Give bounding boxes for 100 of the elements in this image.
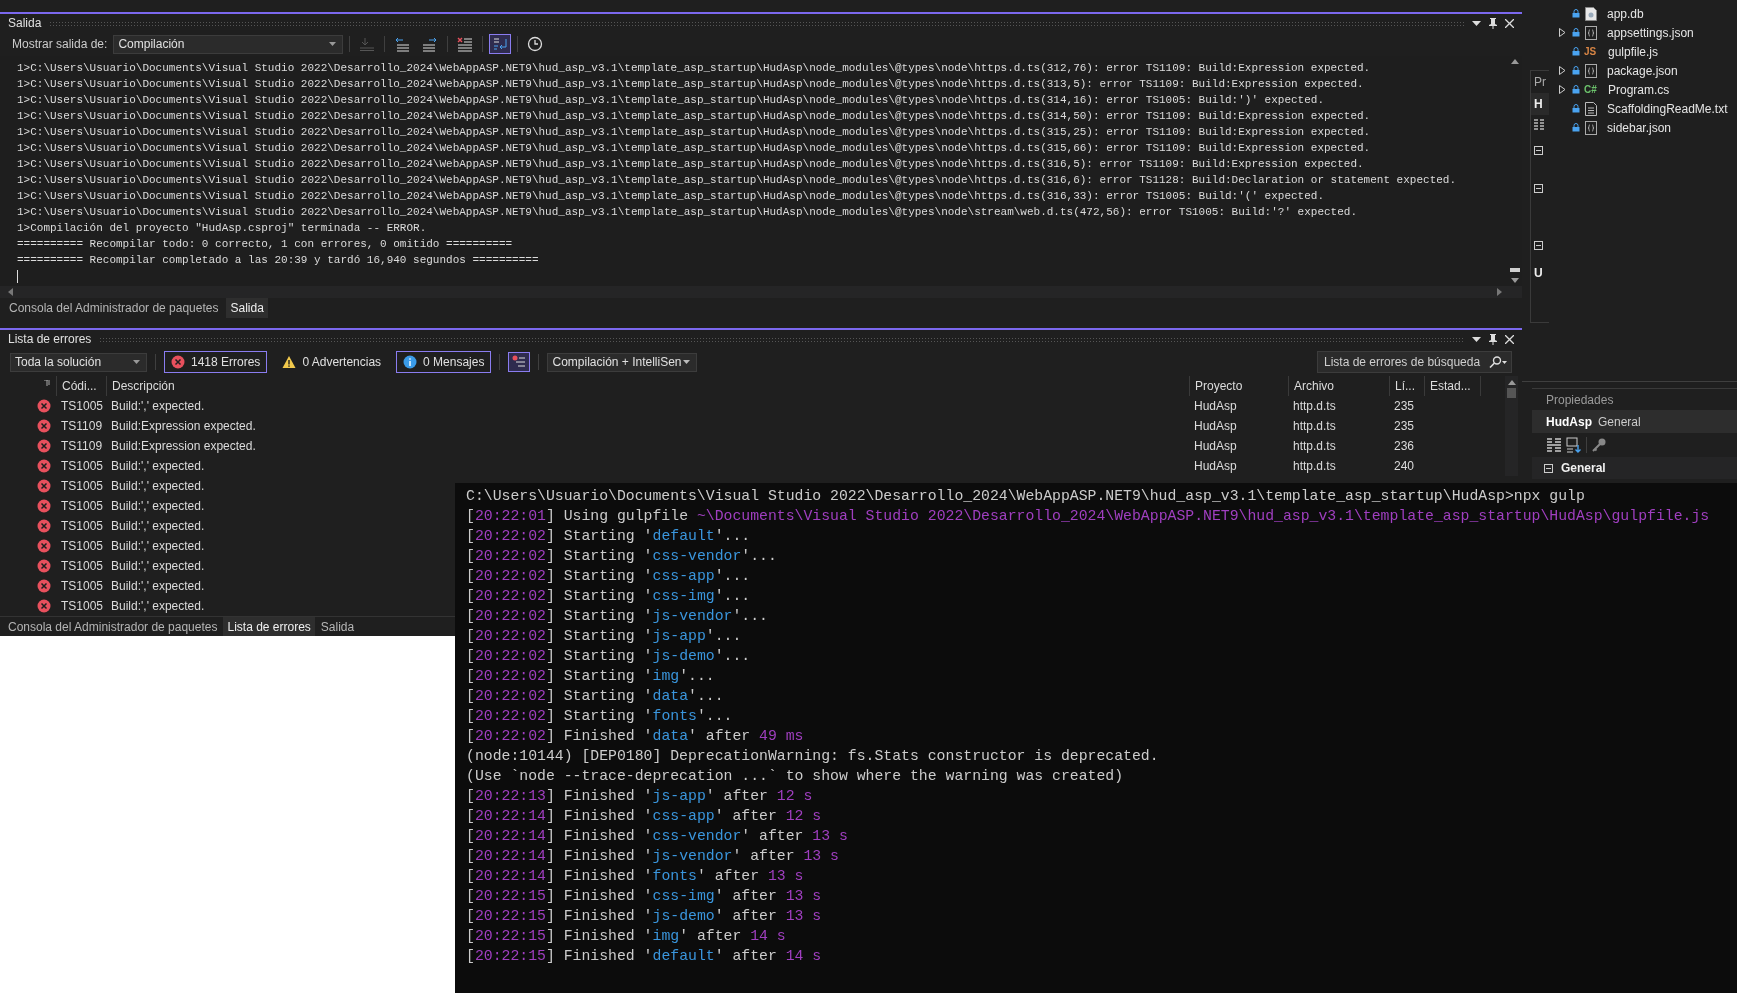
collapse-icon[interactable] [1534, 184, 1543, 193]
table-cell: TS1005 [61, 479, 104, 493]
collapse-icon[interactable] [1534, 241, 1543, 250]
scrollbar[interactable] [1505, 376, 1518, 476]
output-line: 1>C:\Users\Usuario\Documents\Visual Studio 2022\Desarrollo_2024\WebAppASP.NET9\hud_asp_v3.1\template_asp_startup\HudAsp\node_modules\@types\node\https.d.ts(316,5): error TS1109: Build:Expression expected. [17, 157, 1365, 172]
table-cell: Build:',' expected. [111, 399, 205, 413]
output-line: 1>C:\Users\Usuario\Documents\Visual Studio 2022\Desarrollo_2024\WebAppASP.NET9\hud_asp_v3.1\template_asp_startup\HudAsp\node_modules\@types\node\https.d.ts(314,50): error TS1109: Build:Expression expected. [17, 109, 1372, 124]
terminal-line: [20:22:02] Starting 'img'... [466, 667, 716, 686]
caret-icon [133, 360, 140, 364]
table-cell: Build:',' expected. [111, 479, 205, 493]
expand-arrow-icon[interactable] [1559, 28, 1566, 37]
table-cell: TS1005 [61, 579, 104, 593]
table-cell: http.d.ts [1293, 439, 1336, 453]
panel-tab[interactable]: Consola del Administrador de paquetes [4, 617, 222, 636]
key-icon[interactable] [1591, 437, 1607, 453]
file-item[interactable]: appsettings.json [1607, 25, 1694, 40]
column-header[interactable]: Descripción [106, 376, 1189, 396]
source-dropdown[interactable]: Compilación + IntelliSen [547, 352, 698, 372]
table-cell: 236 [1394, 439, 1415, 453]
file-item[interactable]: sidebar.json [1607, 120, 1672, 135]
js-file-icon: JS [1584, 46, 1598, 57]
scroll-down-icon[interactable] [1511, 278, 1519, 283]
dropdown-icon[interactable] [1472, 20, 1481, 26]
panel-tab[interactable]: Salida [226, 298, 268, 318]
terminal-line: [20:22:02] Finished 'data' after 49 ms [466, 727, 805, 746]
categorized-icon[interactable] [1546, 437, 1562, 453]
scope-dropdown[interactable]: Toda la solución [10, 352, 147, 372]
caret-icon [683, 360, 691, 364]
file-item[interactable]: ScaffoldingReadMe.txt [1607, 101, 1728, 116]
table-cell: TS1005 [61, 459, 104, 473]
collapse-icon[interactable] [1534, 146, 1543, 155]
column-header[interactable]: Lí... [1389, 376, 1424, 396]
column-header[interactable]: Proyecto [1189, 376, 1288, 396]
terminal-line: [20:22:02] Starting 'js-demo'... [466, 647, 752, 666]
table-cell: 240 [1394, 459, 1415, 473]
table-cell: TS1005 [61, 599, 104, 613]
table-cell: TS1005 [61, 539, 104, 553]
toolbar-button[interactable] [489, 34, 512, 54]
terminal-line: [20:22:02] Starting 'data'... [466, 687, 725, 706]
table-cell: Build:',' expected. [111, 459, 205, 473]
source-line-icon [359, 36, 376, 52]
close-icon[interactable] [1505, 334, 1514, 344]
sort-icon[interactable] [44, 380, 50, 386]
terminal-line: C:\Users\Usuario\Documents\Visual Studio 2022\Desarrollo_2024\WebAppASP.NET9\hud_asp_v3.1\template_asp_startup\HudAsp>npx gulp [466, 487, 1586, 506]
next-message-icon [422, 36, 439, 52]
table-cell: Build:',' expected. [111, 539, 205, 553]
filter-button[interactable]: 1418 Errores [164, 351, 268, 373]
terminal-line: [20:22:14] Finished 'css-app' after 12 s [466, 807, 823, 826]
close-icon[interactable] [1505, 18, 1514, 28]
terminal-line: [20:22:13] Finished 'js-app' after 12 s [466, 787, 814, 806]
table-cell: TS1005 [61, 519, 104, 533]
terminal-line: [20:22:02] Starting 'js-vendor'... [466, 607, 769, 626]
panel-tab[interactable]: Lista de errores [223, 617, 315, 636]
pin-icon[interactable] [1489, 333, 1497, 345]
scroll-up-icon[interactable] [1507, 380, 1516, 385]
table-cell: TS1005 [61, 499, 104, 513]
terminal-line: [20:22:15] Finished 'img' after 14 s [466, 927, 787, 946]
info-icon [403, 355, 418, 369]
object-selector[interactable]: HudAsp General [1532, 410, 1737, 433]
terminal-line: [20:22:14] Finished 'js-vendor' after 13 s [466, 847, 840, 866]
scroll-right-icon[interactable] [1497, 288, 1502, 296]
file-item[interactable]: Program.cs [1608, 82, 1670, 97]
terminal-line: [20:22:02] Starting 'fonts'... [466, 707, 734, 726]
table-cell: TS1005 [61, 559, 104, 573]
column-header[interactable]: Estad... [1424, 376, 1480, 396]
word-wrap-icon [492, 36, 509, 52]
table-cell: Build:',' expected. [111, 579, 205, 593]
expand-arrow-icon[interactable] [1559, 85, 1566, 94]
search-icon [1489, 356, 1507, 368]
filter-button[interactable] [508, 352, 531, 372]
file-item[interactable]: app.db [1607, 6, 1644, 21]
scroll-up-icon[interactable] [1511, 59, 1519, 64]
scrollbar[interactable] [0, 286, 1522, 298]
previous-message-icon [394, 36, 411, 52]
grid-icon[interactable] [1534, 119, 1544, 131]
column-header[interactable]: Archivo [1288, 376, 1389, 396]
csharp-file-icon: C# [1584, 84, 1598, 95]
table-cell: Build:',' expected. [111, 499, 205, 513]
terminal-line: [20:22:02] Starting 'default'... [466, 527, 752, 546]
column-header[interactable]: Códi... [56, 376, 106, 396]
file-item[interactable]: gulpfile.js [1608, 44, 1659, 59]
filter-button[interactable]: 0 Mensajes [396, 351, 492, 373]
search-field[interactable]: Lista de errores de búsqueda [1317, 351, 1512, 373]
pin-icon[interactable] [1489, 17, 1497, 29]
output-line: 1>C:\Users\Usuario\Documents\Visual Studio 2022\Desarrollo_2024\WebAppASP.NET9\hud_asp_v3.1\template_asp_startup\HudAsp\node_modules\@types\node\https.d.ts(314,16): error TS1005: Build:')' expected. [17, 93, 1325, 108]
collapse-icon[interactable] [1544, 463, 1553, 473]
terminal-line: [20:22:14] Finished 'fonts' after 13 s [466, 867, 805, 886]
terminal-line: [20:22:14] Finished 'css-vendor' after 13 s [466, 827, 849, 846]
dropdown-icon[interactable] [1472, 336, 1481, 342]
filter-button[interactable]: 0 Advertencias [275, 351, 389, 373]
scroll-left-icon[interactable] [8, 288, 13, 296]
file-item[interactable]: package.json [1607, 63, 1678, 78]
sort-order-icon[interactable] [1566, 437, 1582, 453]
scroll-thumb[interactable] [1507, 388, 1516, 398]
output-source-dropdown[interactable]: Compilación [113, 34, 344, 54]
output-line: 1>C:\Users\Usuario\Documents\Visual Studio 2022\Desarrollo_2024\WebAppASP.NET9\hud_asp_v3.1\template_asp_startup\HudAsp\node_modules\@types\node\https.d.ts(312,76): error TS1109: Build:Expression expected. [17, 61, 1372, 76]
panel-tab[interactable]: Consola del Administrador de paquetes [5, 298, 223, 318]
expand-arrow-icon[interactable] [1559, 66, 1566, 75]
panel-tab[interactable]: Salida [316, 617, 359, 636]
terminal-line: [20:22:15] Finished 'default' after 14 s [466, 947, 823, 966]
